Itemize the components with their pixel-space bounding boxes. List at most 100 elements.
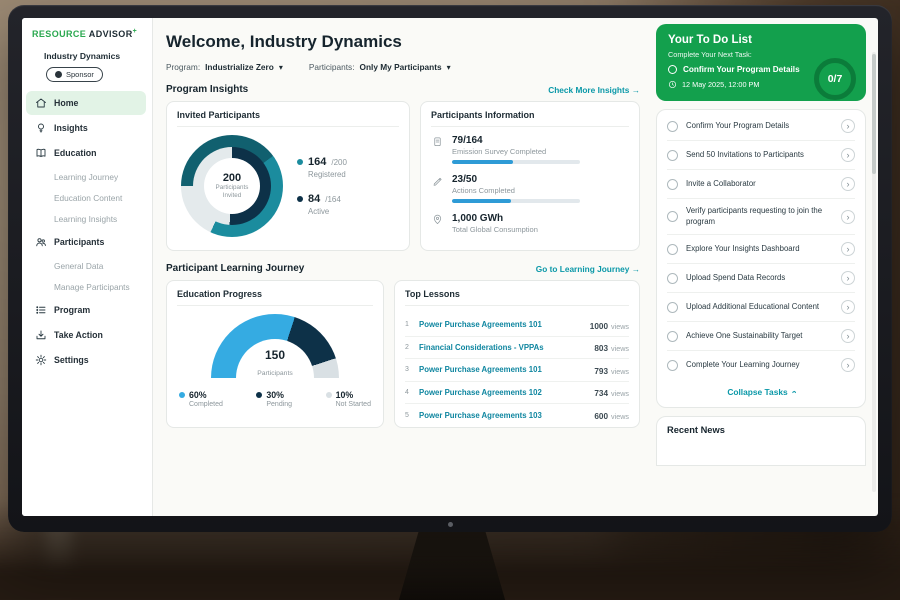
todo-panel: Your To Do List Complete Your Next Task:… (652, 18, 878, 516)
task-checkbox[interactable] (667, 150, 678, 161)
task-row[interactable]: Explore Your Insights Dashboard › (667, 234, 855, 263)
filter-bar: Program: Industrialize Zero ▾ Participan… (166, 62, 640, 72)
clock-icon (668, 80, 677, 89)
education-progress-legend: 60% Completed 30% Pending 10% Not Starte… (177, 382, 373, 408)
collapse-tasks-link[interactable]: Collapse Tasks › (667, 379, 855, 403)
sidebar-item-label: Program (54, 305, 90, 315)
sidebar-item-manage-participants[interactable]: Manage Participants (22, 276, 152, 297)
check-more-insights-link[interactable]: Check More Insights → (548, 85, 640, 95)
sidebar-item-take-action[interactable]: Take Action (26, 323, 146, 347)
lesson-row: 2 Financial Considerations - VPPAs 803vi… (405, 337, 629, 360)
task-row[interactable]: Upload Spend Data Records › (667, 263, 855, 292)
chevron-right-icon[interactable]: › (841, 210, 855, 224)
task-row[interactable]: Achieve One Sustainability Target › (667, 321, 855, 350)
sidebar-item-education-content[interactable]: Education Content (22, 187, 152, 208)
sidebar-item-program[interactable]: Program (26, 298, 146, 322)
todo-title: Your To Do List (668, 34, 854, 46)
gauge-legend-dot-0 (179, 392, 185, 398)
task-row[interactable]: Verify participants requesting to join t… (667, 198, 855, 234)
scrollbar-thumb[interactable] (872, 54, 876, 174)
stat-bar-0 (452, 160, 513, 164)
app-logo: RESOURCE ADVISOR+ (22, 28, 152, 49)
task-checkbox[interactable] (667, 179, 678, 190)
lesson-row: 1 Power Purchase Agreements 101 1000view… (405, 314, 629, 337)
lesson-link[interactable]: Power Purchase Agreements 101 (419, 365, 594, 374)
chevron-right-icon[interactable]: › (841, 119, 855, 133)
program-list-icon (34, 304, 47, 317)
legend-registered: 164 /200 Registered (297, 156, 347, 179)
sidebar-item-participants[interactable]: Participants (26, 230, 146, 254)
sponsor-badge[interactable]: Sponsor (46, 67, 103, 82)
chevron-right-icon[interactable]: › (841, 242, 855, 256)
lesson-link[interactable]: Power Purchase Agreements 101 (419, 320, 590, 329)
invited-participants-card: Invited Participants 200 Participants In… (166, 101, 410, 251)
sidebar-item-general-data[interactable]: General Data (22, 255, 152, 276)
task-row[interactable]: Upload Additional Educational Content › (667, 292, 855, 321)
recent-news-header: Recent News (656, 416, 866, 466)
consumption-stat: 1,000 GWh Total Global Consumption (431, 213, 629, 238)
sidebar-item-label: Education (54, 148, 97, 158)
task-checkbox[interactable] (667, 211, 678, 222)
task-row[interactable]: Send 50 Invitations to Participants › (667, 140, 855, 169)
task-checkbox[interactable] (668, 65, 677, 74)
legend-active: 84 /164 Active (297, 193, 347, 216)
sidebar-item-settings[interactable]: Settings (26, 348, 146, 372)
sidebar-item-home[interactable]: Home (26, 91, 146, 115)
legend-completed: 60% Completed (179, 390, 223, 408)
sidebar: RESOURCE ADVISOR+ Industry Dynamics Spon… (22, 18, 153, 516)
lesson-link[interactable]: Power Purchase Agreements 103 (419, 411, 594, 420)
participants-icon (34, 236, 47, 249)
section-title: Program Insights (166, 84, 248, 95)
task-checkbox[interactable] (667, 244, 678, 255)
arrow-right-icon: → (632, 264, 640, 274)
chevron-right-icon[interactable]: › (841, 300, 855, 314)
task-checkbox[interactable] (667, 302, 678, 313)
sidebar-item-label: Settings (54, 355, 89, 365)
participants-select[interactable]: Participants: Only My Participants ▾ (309, 62, 451, 72)
invited-participants-donut: 200 Participants Invited (181, 135, 283, 237)
insights-icon (34, 122, 47, 135)
task-checkbox[interactable] (667, 360, 678, 371)
chevron-right-icon[interactable]: › (841, 148, 855, 162)
invited-donut-center: 200 Participants Invited (204, 158, 260, 214)
chevron-down-icon: ▾ (279, 63, 283, 72)
learning-cards-row: Education Progress 150 Participants 60 (166, 280, 640, 428)
chevron-right-icon[interactable]: › (841, 329, 855, 343)
home-icon (34, 97, 47, 110)
sidebar-item-label: Participants (54, 237, 104, 247)
page-title: Welcome, Industry Dynamics (166, 32, 640, 52)
sidebar-item-learning-insights[interactable]: Learning Insights (22, 208, 152, 229)
learning-journey-header: Participant Learning Journey Go to Learn… (166, 263, 640, 274)
lesson-link[interactable]: Financial Considerations - VPPAs (419, 343, 594, 352)
task-checkbox[interactable] (667, 331, 678, 342)
monitor-bezel: RESOURCE ADVISOR+ Industry Dynamics Spon… (8, 5, 892, 532)
chevron-right-icon[interactable]: › (841, 271, 855, 285)
task-row[interactable]: Complete Your Learning Journey › (667, 350, 855, 379)
gauge-center: 150 Participants (211, 348, 339, 380)
task-row[interactable]: Invite a Collaborator › (667, 169, 855, 198)
chevron-up-icon: › (788, 391, 798, 394)
task-checkbox[interactable] (667, 121, 678, 132)
logo-plus: + (133, 28, 138, 35)
chevron-right-icon[interactable]: › (841, 358, 855, 372)
logo-text-secondary: ADVISOR (89, 29, 133, 39)
task-checkbox[interactable] (667, 273, 678, 284)
stat-bar-1 (452, 199, 511, 203)
program-select[interactable]: Program: Industrialize Zero ▾ (166, 62, 283, 72)
sidebar-item-label: Home (54, 98, 78, 108)
sidebar-item-insights[interactable]: Insights (26, 116, 146, 140)
go-to-learning-journey-link[interactable]: Go to Learning Journey → (536, 264, 640, 274)
chevron-right-icon[interactable]: › (841, 177, 855, 191)
main-content: Welcome, Industry Dynamics Program: Indu… (153, 18, 652, 516)
card-title: Education Progress (177, 289, 373, 306)
lesson-link[interactable]: Power Purchase Agreements 102 (419, 388, 594, 397)
lesson-row: 5 Power Purchase Agreements 103 600views (405, 404, 629, 427)
sidebar-item-education[interactable]: Education (26, 141, 146, 165)
emission-survey-icon (431, 135, 444, 164)
education-progress-gauge: 150 Participants (211, 314, 339, 380)
sidebar-item-learning-journey[interactable]: Learning Journey (22, 166, 152, 187)
section-title: Participant Learning Journey (166, 263, 304, 274)
task-row[interactable]: Confirm Your Program Details › (667, 112, 855, 140)
emission-survey-stat: 79/164 Emission Survey Completed (431, 135, 629, 164)
emission-progress-track (452, 160, 580, 164)
